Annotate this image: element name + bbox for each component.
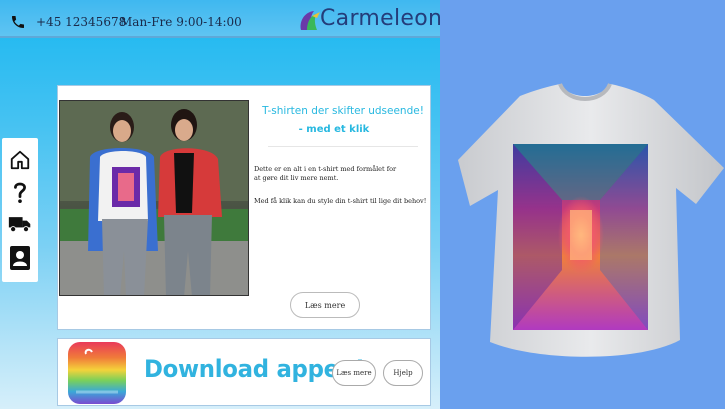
app-icon[interactable]	[68, 342, 126, 404]
side-navigation	[2, 138, 38, 282]
contact-icon	[10, 246, 30, 270]
help-icon	[14, 182, 26, 203]
hero-title: T-shirten der skifter udseende!	[262, 105, 424, 117]
phone-icon	[12, 16, 24, 28]
nav-contact-button[interactable]	[8, 245, 32, 271]
logo[interactable]: Carmeleon	[298, 6, 442, 36]
hero-paragraph-1: Dette er en alt i en t-shirt med formåle…	[254, 165, 397, 182]
opening-hours: Man-Fre 9:00-14:00	[120, 15, 242, 29]
download-app-banner: Download appen! Læs mere Hjelp	[57, 338, 431, 406]
hero-card: T-shirten der skifter udseende! - med et…	[57, 85, 431, 330]
nav-home-button[interactable]	[8, 147, 32, 173]
help-button[interactable]: Hjelp	[383, 360, 423, 386]
nav-help-button[interactable]	[8, 179, 32, 205]
top-bar: +45 12345678 Man-Fre 9:00-14:00 Carmeleo…	[0, 0, 442, 38]
tshirt-image	[458, 83, 724, 357]
read-more-button[interactable]: Læs mere	[290, 292, 360, 318]
hero-subtitle: - med et klik	[298, 124, 370, 135]
models-photo-image	[60, 101, 248, 295]
hero-paragraph-2: Med få klik kan du style din t-shirt til…	[254, 197, 427, 205]
truck-icon	[8, 217, 31, 233]
nav-delivery-button[interactable]	[8, 211, 32, 237]
website-panel: +45 12345678 Man-Fre 9:00-14:00 Carmeleo…	[0, 0, 442, 409]
home-icon	[10, 150, 30, 170]
download-read-more-button[interactable]: Læs mere	[332, 360, 376, 386]
hero-divider	[268, 146, 418, 147]
logo-text: Carmeleon	[320, 6, 443, 31]
chameleon-logo-icon	[300, 11, 320, 30]
chameleon-app-icon	[76, 348, 118, 394]
tshirt-showcase	[440, 0, 725, 409]
hero-photo	[59, 100, 249, 296]
phone-number: +45 12345678	[36, 15, 127, 29]
